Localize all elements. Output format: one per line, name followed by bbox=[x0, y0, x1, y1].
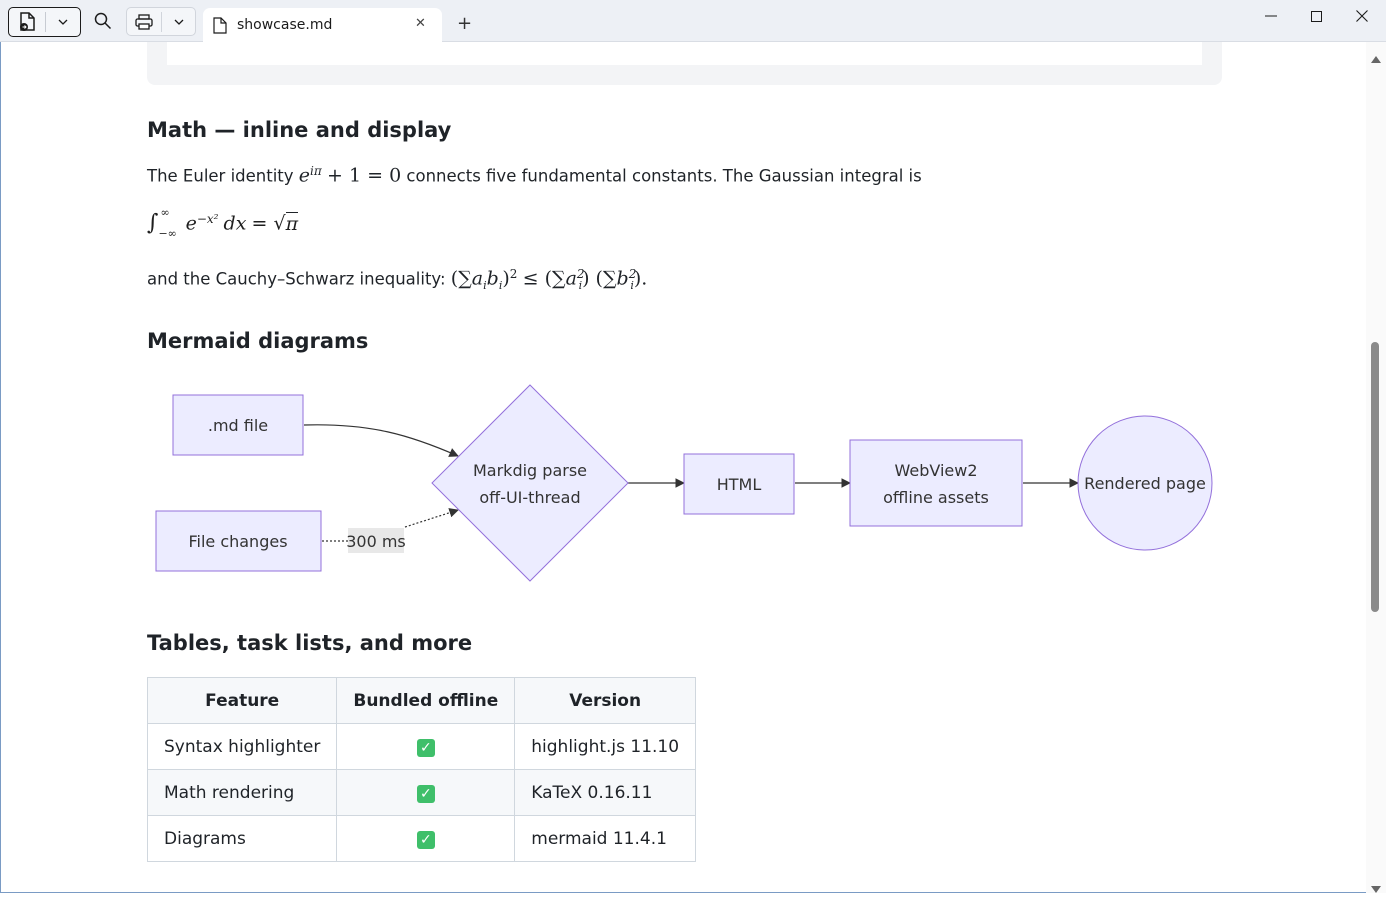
node-file-changes: File changes bbox=[155, 510, 322, 572]
open-split-button[interactable] bbox=[8, 7, 81, 37]
node-html: HTML bbox=[683, 453, 795, 515]
mermaid-heading: Mermaid diagrams bbox=[147, 329, 369, 353]
checkmark-icon: ✓ bbox=[416, 738, 435, 757]
node-markdig-parse: Markdig parse off-UI-thread bbox=[431, 384, 629, 582]
node-rendered-page: Rendered page bbox=[1077, 415, 1213, 551]
tab-title: showcase.md bbox=[237, 17, 333, 33]
open-file-icon[interactable] bbox=[16, 11, 38, 33]
document-icon bbox=[213, 17, 227, 38]
svg-text:.md file: .md file bbox=[208, 416, 268, 435]
scrollbar-thumb[interactable] bbox=[1371, 342, 1379, 612]
minimize-icon[interactable] bbox=[1256, 4, 1286, 28]
title-bar: showcase.md ✕ + bbox=[0, 0, 1386, 42]
svg-text:Rendered page: Rendered page bbox=[1084, 474, 1206, 493]
checkmark-icon: ✓ bbox=[416, 830, 435, 849]
svg-text:off-UI-thread: off-UI-thread bbox=[479, 488, 580, 507]
tables-heading: Tables, task lists, and more bbox=[147, 631, 473, 655]
table-row: Syntax highlighter ✓ highlight.js 11.10 bbox=[146, 723, 697, 770]
bundled-cell: ✓ bbox=[336, 769, 516, 816]
table-row: Math rendering ✓ KaTeX 0.16.11 bbox=[146, 769, 697, 816]
chevron-down-icon[interactable] bbox=[53, 12, 73, 32]
math-heading: Math — inline and display bbox=[147, 118, 452, 142]
svg-text:File changes: File changes bbox=[188, 532, 287, 551]
version-cell: mermaid 11.4.1 bbox=[514, 815, 697, 862]
svg-text:300 ms: 300 ms bbox=[346, 532, 406, 551]
feature-cell: Syntax highlighter bbox=[146, 723, 338, 770]
column-header: Feature bbox=[146, 677, 338, 724]
euler-paragraph: The Euler identity eiπ + 1 = 0 connects … bbox=[147, 164, 922, 187]
code-block bbox=[147, 42, 1222, 85]
checkmark-icon: ✓ bbox=[416, 784, 435, 803]
feature-cell: Math rendering bbox=[146, 769, 338, 816]
column-header: Bundled offline bbox=[336, 677, 516, 724]
gaussian-integral: ∫ ∞ −∞ e−x² dx = √π bbox=[147, 206, 299, 240]
node-webview2: WebView2 offline assets bbox=[849, 439, 1023, 527]
table-header-row: Feature Bundled offline Version bbox=[146, 677, 697, 724]
chevron-down-icon[interactable] bbox=[169, 12, 189, 32]
feature-cell: Diagrams bbox=[146, 815, 338, 862]
search-icon[interactable] bbox=[91, 9, 115, 33]
scroll-up-icon[interactable] bbox=[1371, 48, 1381, 67]
mermaid-diagram: .md file File changes 300 ms Markdig par… bbox=[155, 384, 1213, 582]
edge-label-300ms: 300 ms bbox=[346, 528, 406, 553]
version-cell: highlight.js 11.10 bbox=[514, 723, 697, 770]
edge-md-to-parse bbox=[303, 424, 459, 457]
tab-showcase[interactable]: showcase.md ✕ bbox=[203, 8, 442, 42]
vertical-scrollbar[interactable] bbox=[1366, 42, 1386, 893]
close-icon[interactable] bbox=[1347, 4, 1377, 28]
scroll-down-icon[interactable] bbox=[1371, 878, 1381, 897]
bundled-cell: ✓ bbox=[336, 723, 516, 770]
print-split-button[interactable] bbox=[126, 7, 196, 36]
maximize-icon[interactable] bbox=[1301, 4, 1331, 28]
bundled-cell: ✓ bbox=[336, 815, 516, 862]
svg-text:HTML: HTML bbox=[717, 475, 762, 494]
new-tab-icon[interactable]: + bbox=[457, 13, 472, 34]
document-view: Math — inline and display The Euler iden… bbox=[0, 42, 1366, 893]
edge-label-to-parse bbox=[404, 508, 459, 528]
version-cell: KaTeX 0.16.11 bbox=[514, 769, 697, 816]
svg-text:Markdig parse: Markdig parse bbox=[473, 461, 587, 480]
cauchy-paragraph: and the Cauchy–Schwarz inequality: (∑aib… bbox=[147, 267, 648, 292]
print-icon[interactable] bbox=[133, 11, 155, 33]
node-md-file: .md file bbox=[172, 394, 304, 456]
svg-text:offline assets: offline assets bbox=[883, 488, 989, 507]
table-row: Diagrams ✓ mermaid 11.4.1 bbox=[146, 815, 697, 862]
feature-table: Feature Bundled offline Version Syntax h… bbox=[146, 677, 697, 862]
tab-close-icon[interactable]: ✕ bbox=[415, 16, 426, 31]
svg-text:WebView2: WebView2 bbox=[894, 461, 977, 480]
column-header: Version bbox=[514, 677, 697, 724]
